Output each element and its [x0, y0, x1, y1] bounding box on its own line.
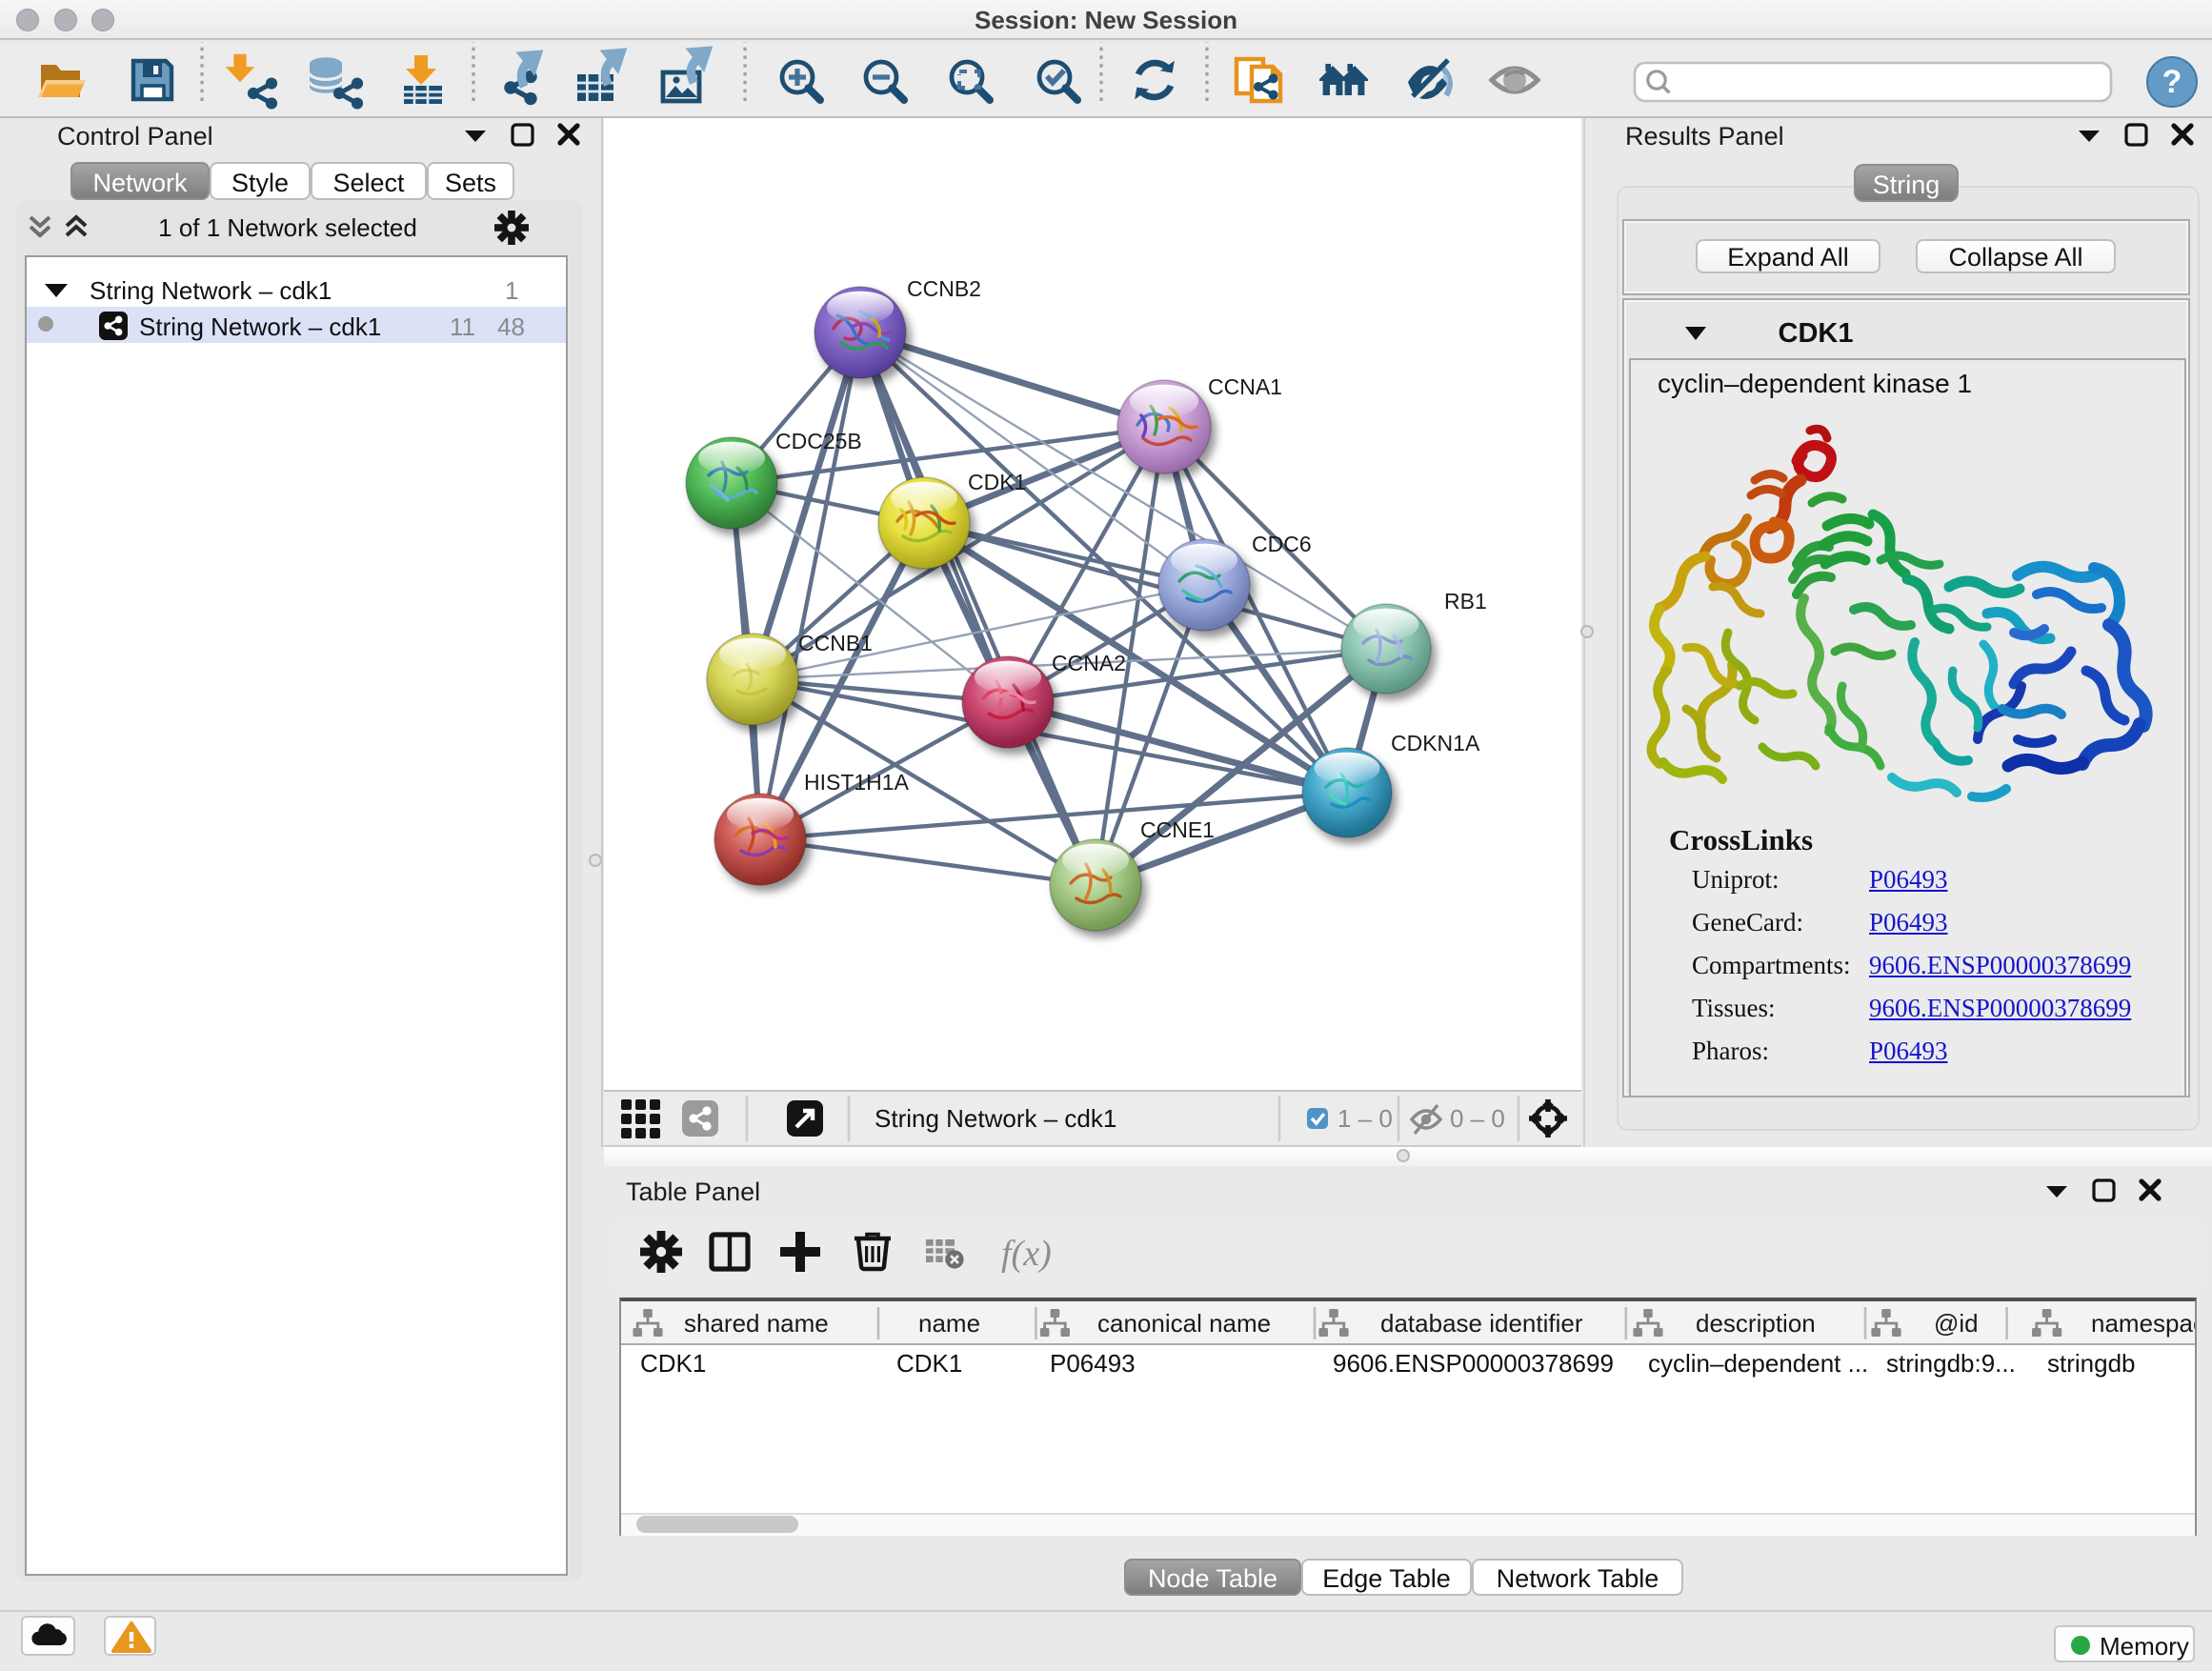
svg-text:database identifier: database identifier [1380, 1309, 1583, 1338]
svg-text:canonical name: canonical name [1097, 1309, 1271, 1338]
svg-text:CDK1: CDK1 [968, 470, 1026, 494]
svg-text:?: ? [2162, 64, 2182, 100]
svg-text:CCNA2: CCNA2 [1052, 651, 1126, 675]
svg-text:0 – 0: 0 – 0 [1450, 1104, 1505, 1133]
svg-text:CDC6: CDC6 [1252, 532, 1312, 556]
svg-text:CCNB2: CCNB2 [907, 276, 981, 301]
svg-text:CCNB1: CCNB1 [798, 631, 873, 655]
svg-text:CCNE1: CCNE1 [1140, 817, 1215, 842]
svg-text:@id: @id [1934, 1309, 1979, 1338]
svg-text:shared name: shared name [684, 1309, 829, 1338]
svg-text:CCNA1: CCNA1 [1208, 374, 1282, 399]
svg-text:RB1: RB1 [1444, 589, 1487, 614]
svg-text:namespace: namespace [2091, 1309, 2195, 1338]
svg-text:name: name [918, 1309, 980, 1338]
svg-text:1 – 0: 1 – 0 [1337, 1104, 1393, 1133]
svg-text:CDC25B: CDC25B [775, 429, 862, 453]
svg-text:HIST1H1A: HIST1H1A [804, 770, 910, 795]
svg-text:f(x): f(x) [1001, 1234, 1052, 1274]
svg-text:CDKN1A: CDKN1A [1391, 731, 1480, 755]
svg-text:String Network – cdk1: String Network – cdk1 [875, 1104, 1116, 1133]
svg-text:description: description [1696, 1309, 1816, 1338]
